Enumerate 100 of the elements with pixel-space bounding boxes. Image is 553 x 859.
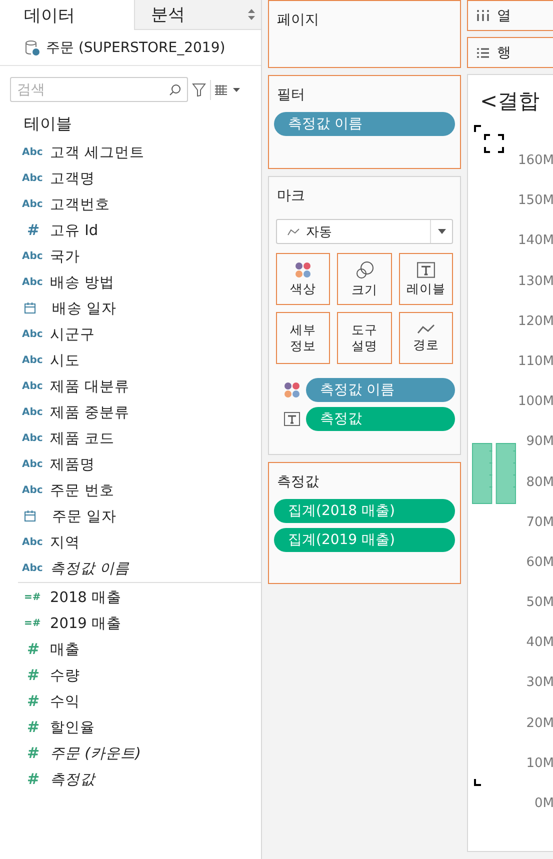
corner-icon [474,125,481,132]
field-type-icon: Abc [22,484,50,496]
field-name[interactable]: 지역 [50,532,80,552]
field-name[interactable]: 주문 (카운트) [50,744,141,762]
field-type-icon: Abc [22,380,50,392]
mark-property-button[interactable]: 세부 정보 [276,312,330,364]
calendar-icon [24,302,36,314]
mark-property-button[interactable]: 레이블 [399,253,453,305]
field-name[interactable]: 고객명 [50,168,95,188]
field-type-icon: # [22,718,50,736]
axis-tick-label: 40M [526,635,553,652]
axis-tick-label: 50M [526,595,553,612]
field-type-icon: Abc [22,458,50,470]
field-name[interactable]: 고객 세그먼트 [50,142,145,162]
field-type-icon: Abc [22,250,50,262]
axis-tick-label: 10M [526,756,553,773]
line-icon [287,228,300,236]
field-name[interactable]: 측정값 [50,770,95,788]
card-title: 페이지 [276,11,320,29]
axis-tick-label: 140M [518,233,553,250]
mark-type-dropdown[interactable]: 자동 [276,219,453,244]
axis-tick-label: 80M [526,474,553,492]
axis-tick-label: 30M [526,675,553,692]
field-name[interactable]: 수익 [50,692,80,710]
pane-tab[interactable]: 분석 [134,0,261,30]
field-type-icon: Abc [22,276,50,288]
axis-tick-label: 90M [526,434,553,452]
caret-icon [438,229,446,234]
text-icon [284,412,300,426]
field-name[interactable]: 배송 방법 [50,272,115,292]
line-icon [417,324,435,334]
field-type-icon: =# [22,592,50,602]
columns-shelf[interactable]: 열 [467,0,553,31]
color-dots-icon [295,262,311,278]
field-type-icon: =# [22,618,50,628]
search-field[interactable]: 검색 [10,77,188,102]
section-title: 테이블 [23,113,73,135]
filter-icon[interactable] [192,82,206,96]
color-dots-icon [284,382,300,398]
axis-tick-label: 0M [534,796,553,813]
axis-tick-label: 20M [526,716,553,733]
field-type-icon: Abc [22,432,50,444]
field-name[interactable]: 고객번호 [50,194,110,214]
field-type-icon: Abc [22,172,50,184]
field-type-icon: Abc [22,198,50,210]
corner-icon [474,779,481,786]
axis-tick-label: 60M [526,554,553,572]
columns-icon [477,10,489,21]
rows-icon [477,48,489,58]
field-type-icon: Abc [22,354,50,366]
field-name[interactable]: 시군구 [50,324,95,344]
axis-tick-label: 70M [526,514,553,532]
field-type-icon: Abc [22,406,50,418]
axis-tick-label: 150M [518,193,553,210]
data-source-name[interactable]: 주문 (SUPERSTORE_2019) [46,38,226,56]
field-name[interactable]: 주문 번호 [50,480,115,500]
field-name[interactable]: 배송 일자 [52,298,117,318]
rows-shelf[interactable]: 행 [467,37,553,68]
circles-icon [356,260,374,279]
field-type-icon: # [22,692,50,710]
mark-property-button[interactable]: 크기 [337,253,392,305]
field-name[interactable]: 2019 매출 [50,614,122,632]
field-name[interactable]: 수량 [50,666,80,684]
field-type-icon: # [22,640,50,658]
field-name[interactable]: 제품 코드 [50,428,115,448]
axis-tick-label: 110M [518,354,553,371]
list-view-icon[interactable] [215,84,241,94]
card-title: 마크 [276,187,306,205]
text-icon [417,262,435,278]
sort-arrows-icon [248,9,255,20]
axis-tick-label: 130M [518,274,553,291]
axis-tick-label: 100M [518,394,553,412]
field-type-icon: # [22,221,50,239]
field-type-icon: Abc [22,536,50,548]
shelf-label: 열 [497,6,511,24]
field-name[interactable]: 시도 [50,350,80,370]
mark-property-button[interactable]: 색상 [276,253,330,305]
mark-property-button[interactable]: 경로 [399,312,453,364]
axis-tick-label: 120M [518,314,553,331]
field-name[interactable]: 제품 대분류 [50,376,130,396]
field-type-icon: # [22,744,50,762]
card-title: 필터 [276,86,306,104]
field-name[interactable]: 고유 Id [50,220,98,240]
field-name[interactable]: 제품 중분류 [50,402,130,422]
field-type-icon: Abc [22,562,50,574]
field-type-icon: Abc [22,146,50,158]
shelf-label: 행 [497,44,511,62]
axis-tick-label: 160M [518,153,553,170]
field-name[interactable]: 국가 [50,246,80,266]
mark-property-button[interactable]: 도구 설명 [337,312,392,364]
field-name[interactable]: 매출 [50,640,80,658]
field-name[interactable]: 주문 일자 [52,506,117,526]
field-type-icon: Abc [22,328,50,340]
calendar-icon [24,510,36,522]
field-name[interactable]: 할인율 [50,718,95,736]
field-name[interactable]: 제품명 [50,454,95,474]
search-icon [169,84,181,96]
field-name[interactable]: 2018 매출 [50,588,122,606]
fit-icon [484,134,504,153]
field-name[interactable]: 측정값 이름 [50,558,130,578]
